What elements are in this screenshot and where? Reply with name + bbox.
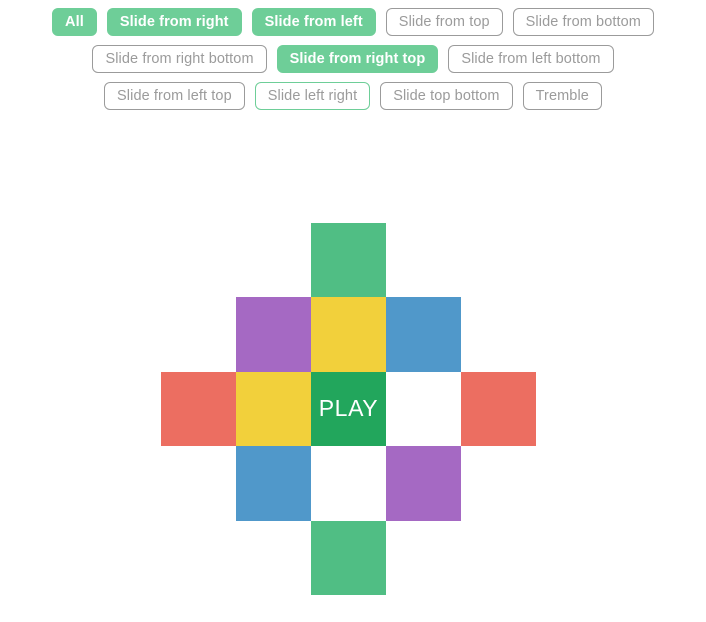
- filter-row-2: Slide from right bottom Slide from right …: [0, 45, 706, 73]
- filter-button-slide-top-bottom[interactable]: Slide top bottom: [380, 82, 513, 110]
- filter-button-slide-from-left-bottom[interactable]: Slide from left bottom: [448, 45, 614, 73]
- filter-button-slide-from-bottom[interactable]: Slide from bottom: [512, 8, 654, 36]
- tile-empty-r5-c2: [236, 521, 311, 595]
- filter-row-3: Slide from left top Slide left right Slide…: [0, 82, 706, 110]
- filter-button-slide-from-right-bottom[interactable]: Slide from right bottom: [92, 45, 267, 73]
- filter-button-slide-from-top[interactable]: Slide from top: [385, 8, 503, 36]
- tile-r4-c3[interactable]: [311, 446, 386, 521]
- tile-play-button[interactable]: PLAY: [311, 371, 386, 447]
- filter-button-slide-left-right[interactable]: Slide left right: [254, 82, 371, 110]
- filter-button-slide-from-right-top[interactable]: Slide from right top: [276, 45, 439, 73]
- filter-button-slide-from-left[interactable]: Slide from left: [251, 8, 376, 36]
- play-label: PLAY: [318, 395, 379, 422]
- tile-r3-c5[interactable]: [461, 371, 536, 447]
- tile-empty-r5-c1: [161, 521, 236, 595]
- filter-button-tremble[interactable]: Tremble: [522, 82, 602, 110]
- filter-button-all[interactable]: All: [52, 8, 97, 36]
- tile-r4-c4[interactable]: [386, 446, 461, 521]
- filter-row-1: All Slide from right Slide from left Slide …: [0, 8, 706, 36]
- tile-empty-r4-c1: [161, 446, 236, 520]
- tile-r1-c3[interactable]: [311, 223, 386, 298]
- tile-r4-c2[interactable]: [236, 446, 311, 521]
- tile-empty-r2-c1: [161, 297, 236, 371]
- tile-empty-r1-c2: [236, 223, 311, 297]
- animation-filter-bar: All Slide from right Slide from left Slide …: [0, 0, 706, 110]
- tile-empty-r2-c5: [461, 297, 536, 371]
- tile-empty-r1-c1: [161, 223, 236, 297]
- tile-grid: PLAY: [161, 223, 536, 595]
- tile-r2-c4[interactable]: [386, 297, 461, 372]
- tile-r3-c1[interactable]: [161, 371, 236, 447]
- tile-r3-c2[interactable]: [236, 371, 311, 447]
- tile-r2-c2[interactable]: [236, 297, 311, 372]
- tile-r2-c3[interactable]: [311, 297, 386, 372]
- tile-empty-r5-c5: [461, 521, 536, 595]
- tile-empty-r5-c4: [386, 521, 461, 595]
- filter-button-slide-from-left-top[interactable]: Slide from left top: [104, 82, 245, 110]
- tile-r3-c4[interactable]: [386, 371, 461, 447]
- tile-empty-r1-c4: [386, 223, 461, 297]
- filter-button-slide-from-right[interactable]: Slide from right: [106, 8, 242, 36]
- tile-empty-r1-c5: [461, 223, 536, 297]
- tile-empty-r4-c5: [461, 446, 536, 520]
- tile-r5-c3[interactable]: [311, 520, 386, 595]
